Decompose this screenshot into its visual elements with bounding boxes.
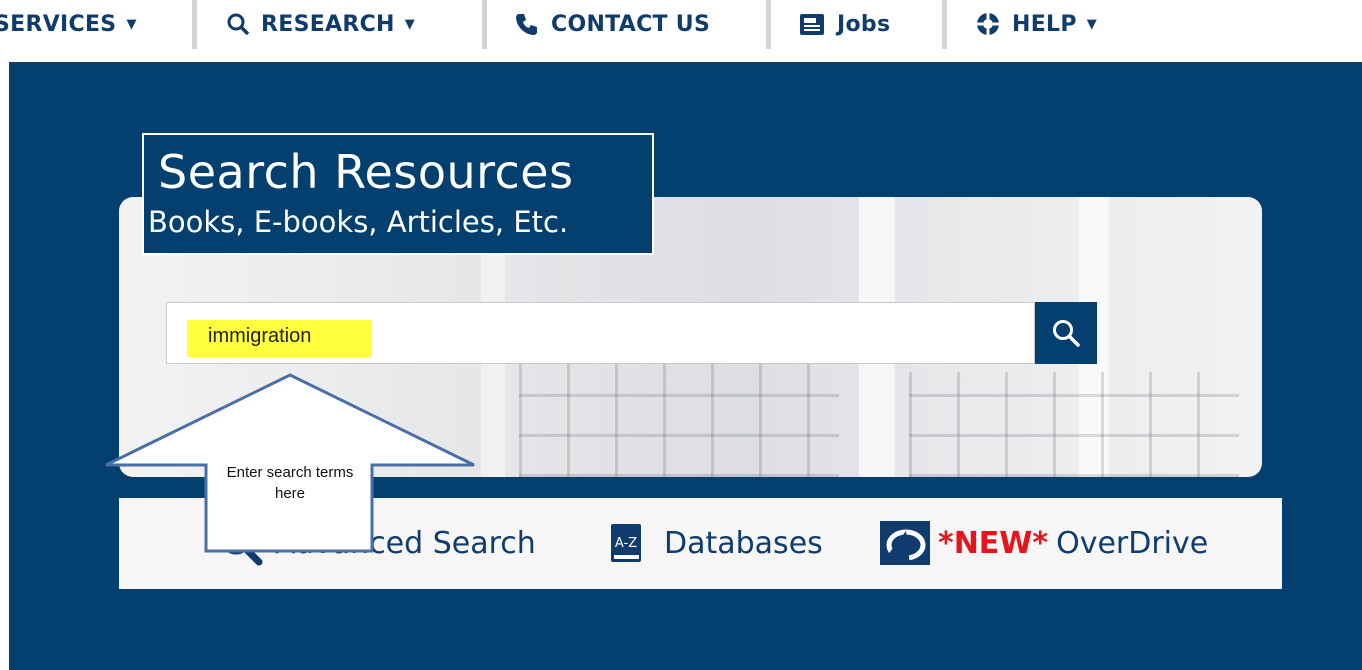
nav-services[interactable]: SERVICES ▼ <box>0 8 137 40</box>
page-subtitle: Books, E-books, Articles, Etc. <box>148 205 569 239</box>
jobs-icon <box>798 11 826 37</box>
databases-link[interactable]: A-Z Databases <box>610 520 823 566</box>
nav-contact-us[interactable]: CONTACT US <box>514 8 710 40</box>
nav-research[interactable]: RESEARCH ▼ <box>226 8 415 40</box>
nav-divider <box>482 0 487 49</box>
top-navigation: SERVICES ▼ RESEARCH ▼ CONTACT US Jobs HE… <box>0 0 1362 62</box>
search-input-value: immigration <box>187 320 371 357</box>
nav-research-label: RESEARCH <box>261 11 395 37</box>
nav-contact-label: CONTACT US <box>551 11 711 37</box>
search-button[interactable] <box>1035 302 1097 364</box>
search-icon <box>226 12 250 36</box>
nav-divider <box>942 0 947 49</box>
overdrive-link[interactable]: *NEW* OverDrive <box>880 520 1208 566</box>
page-title: Search Resources <box>158 145 574 199</box>
phone-icon <box>514 11 540 37</box>
book-az-icon: A-Z <box>610 523 642 563</box>
chevron-down-icon: ▼ <box>404 16 416 32</box>
search-input[interactable]: immigration <box>166 302 1035 364</box>
nav-jobs[interactable]: Jobs <box>798 8 890 40</box>
lifebuoy-icon <box>975 11 1001 37</box>
chevron-down-icon: ▼ <box>126 16 137 32</box>
databases-badge-text: A-Z <box>615 536 637 551</box>
overdrive-logo-icon <box>880 521 930 565</box>
databases-label: Databases <box>664 525 823 561</box>
search-icon <box>1053 320 1080 347</box>
nav-help-label: HELP <box>1012 11 1077 37</box>
nav-divider <box>192 0 197 49</box>
overdrive-label: OverDrive <box>1056 525 1209 561</box>
nav-services-label: SERVICES <box>0 11 117 37</box>
nav-jobs-label: Jobs <box>837 11 891 37</box>
callout-label: Enter search terms here <box>226 464 354 502</box>
search-resources-header: Search Resources Books, E-books, Article… <box>142 133 654 255</box>
nav-help[interactable]: HELP ▼ <box>975 8 1097 40</box>
chevron-down-icon: ▼ <box>1086 16 1098 32</box>
new-badge: *NEW* <box>938 525 1049 561</box>
nav-divider <box>766 0 771 49</box>
